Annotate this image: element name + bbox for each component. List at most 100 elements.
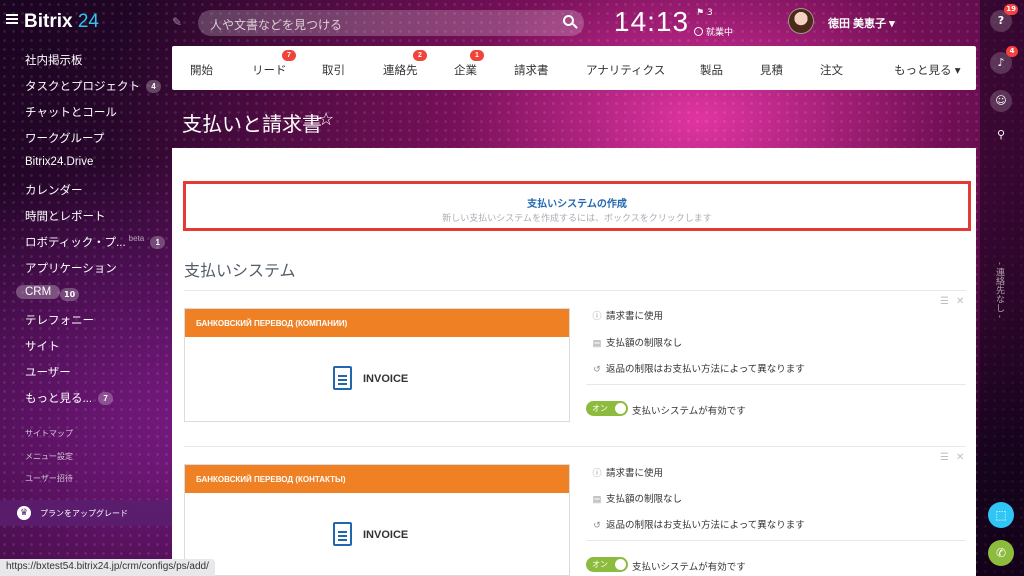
sidebar-item-time-reports[interactable]: 時間とレポート: [25, 208, 106, 224]
sidebar-item-calendar[interactable]: カレンダー: [25, 182, 83, 198]
sidebar-item-applications[interactable]: アプリケーション: [25, 260, 117, 276]
pin-icon[interactable]: ✎: [172, 15, 182, 29]
create-payment-system-box[interactable]: 支払いシステムの作成 新しい支払いシステムを作成するには、ボックスをクリックしま…: [183, 181, 971, 231]
sitemap-link[interactable]: サイトマップ: [25, 428, 73, 439]
tab-badge: 7: [282, 50, 296, 61]
tab-label: 請求書: [514, 65, 549, 77]
user-menu[interactable]: 徳田 美恵子 ▾: [828, 15, 895, 31]
sidebar-item-label: ユーザー: [25, 367, 71, 379]
sidebar-item-sites[interactable]: サイト: [25, 338, 60, 354]
tab-label: リード: [252, 65, 287, 77]
drag-handle-icon[interactable]: ☰: [940, 452, 949, 463]
search-icon[interactable]: [563, 15, 574, 26]
close-icon[interactable]: ✕: [956, 296, 964, 307]
counter-badge: 1: [150, 236, 166, 249]
drag-handle-icon[interactable]: ☰: [940, 296, 949, 307]
avatar[interactable]: [788, 8, 814, 34]
search-icon[interactable]: ⚲: [990, 124, 1012, 146]
tab-leads[interactable]: リード 7: [252, 50, 296, 78]
sidebar-item-label: CRM: [25, 286, 52, 298]
tab-label: もっと見る: [894, 65, 952, 77]
invoice-label: INVOICE: [363, 529, 409, 541]
tab-more[interactable]: もっと見る ▾: [894, 62, 960, 78]
sidebar-item-news[interactable]: 社内掲示板: [25, 52, 83, 68]
tab-companies[interactable]: 企業 1: [454, 50, 484, 78]
document-icon: [333, 522, 352, 546]
invite-users-link[interactable]: ユーザー招待: [25, 473, 73, 484]
sidebar-item-telephony[interactable]: テレフォニー: [25, 312, 94, 328]
divider: [184, 290, 966, 291]
phone-icon[interactable]: ✆: [988, 540, 1014, 566]
beta-label: beta: [128, 234, 145, 243]
tab-orders[interactable]: 注文: [820, 62, 843, 78]
tab-deals[interactable]: 取引: [322, 62, 345, 78]
sidebar-item-crm[interactable]: CRM: [16, 285, 61, 299]
tab-start[interactable]: 開始: [190, 62, 213, 78]
toggle-label: オン: [592, 560, 608, 569]
tab-quotes[interactable]: 見積: [760, 62, 783, 78]
status-text: 支払いシステムが有効です: [632, 562, 746, 573]
tab-badge: 2: [413, 50, 427, 61]
sidebar-item-label: タスクとプロジェクト: [25, 81, 140, 93]
help-icon[interactable]: ? 19: [990, 4, 1018, 32]
tab-label: 見積: [760, 65, 783, 77]
feature-label: 請求書に使用: [606, 468, 664, 479]
sidebar-item-workgroups[interactable]: ワークグループ: [25, 130, 104, 146]
sidebar-item-users[interactable]: ユーザー: [25, 364, 71, 380]
tab-contacts[interactable]: 連絡先 2: [383, 50, 427, 78]
sidebar-item-label: カレンダー: [25, 185, 83, 197]
toggle-knob: [615, 559, 626, 570]
feature-label: 支払額の制限なし: [606, 338, 683, 349]
sidebar-item-label: チャットとコール: [25, 107, 117, 119]
feature-item: ⓘ 請求書に使用: [592, 308, 663, 322]
feature-item: ↺ 返品の制限はお支払い方法によって異なります: [592, 361, 805, 375]
work-status-label: 就業中: [706, 27, 734, 37]
sidebar-item-rpa[interactable]: ロボティック・プ... beta 1: [25, 234, 166, 250]
bitrix24-logo[interactable]: Bitrix 24: [24, 11, 99, 33]
hamburger-menu-icon[interactable]: [6, 14, 18, 24]
open-lines-icon[interactable]: ⬚: [988, 502, 1014, 528]
tab-label: 製品: [700, 65, 723, 77]
payment-system-name: БАНКОВСКИЙ ПЕРЕВОД (КОНТАКТЫ): [185, 465, 569, 493]
close-icon[interactable]: ✕: [956, 452, 964, 463]
bell-icon[interactable]: ♪ 4: [990, 46, 1018, 74]
feature-label: 返品の制限はお支払い方法によって異なります: [606, 364, 805, 375]
document-icon: ▤: [592, 494, 602, 504]
payment-system-card[interactable]: БАНКОВСКИЙ ПЕРЕВОД (КОНТАКТЫ) INVOICE: [184, 464, 570, 576]
sidebar-item-tasks[interactable]: タスクとプロジェクト 4: [25, 78, 161, 94]
logo-name: Bitrix: [24, 11, 73, 32]
left-sidebar: 社内掲示板 タスクとプロジェクト 4 チャットとコール ワークグループ Bitri…: [0, 46, 172, 576]
chevron-down-icon: ▾: [889, 18, 895, 30]
active-toggle[interactable]: オン: [586, 557, 628, 572]
info-icon: ⓘ: [592, 468, 602, 478]
payment-system-card[interactable]: БАНКОВСКИЙ ПЕРЕВОД (КОМПАНИИ) INVOICE: [184, 308, 570, 422]
top-bar: Bitrix 24 ✎ 人や文書などを見つける 14:13 ⚑ 3 就業中 徳田…: [0, 0, 980, 46]
star-icon[interactable]: ☆: [318, 109, 334, 130]
divider: [586, 384, 966, 385]
active-toggle[interactable]: オン: [586, 401, 628, 416]
divider: [586, 540, 966, 541]
sidebar-item-chat[interactable]: チャットとコール: [25, 104, 117, 120]
no-contacts-label: - 連絡先なし -: [995, 262, 1005, 318]
menu-settings-link[interactable]: メニュー設定: [25, 451, 73, 462]
page-title: 支払いと請求書: [182, 114, 322, 136]
upgrade-plan-button[interactable]: ♛ プランをアップグレード: [0, 500, 172, 526]
feature-label: 支払額の制限なし: [606, 494, 683, 505]
clock[interactable]: 14:13: [614, 6, 689, 38]
sidebar-item-more[interactable]: もっと見る... 7: [25, 390, 114, 406]
tab-label: 企業: [454, 65, 477, 77]
chat-icon[interactable]: ☺: [990, 90, 1012, 112]
sidebar-item-label: もっと見る...: [25, 393, 93, 405]
tab-analytics[interactable]: アナリティクス: [586, 62, 665, 78]
tab-products[interactable]: 製品: [700, 62, 723, 78]
info-icon: ⓘ: [592, 311, 602, 321]
work-status[interactable]: 就業中: [694, 25, 733, 38]
tab-invoices[interactable]: 請求書: [514, 62, 549, 78]
counter-badge: 7: [98, 392, 114, 405]
toggle-label: オン: [592, 404, 608, 413]
sidebar-item-drive[interactable]: Bitrix24.Drive: [25, 156, 93, 168]
document-icon: ▤: [592, 338, 602, 348]
search-input[interactable]: 人や文書などを見つける: [198, 10, 584, 36]
status-text: 支払いシステムが有効です: [632, 406, 746, 417]
flag-counter[interactable]: ⚑ 3: [696, 8, 713, 18]
